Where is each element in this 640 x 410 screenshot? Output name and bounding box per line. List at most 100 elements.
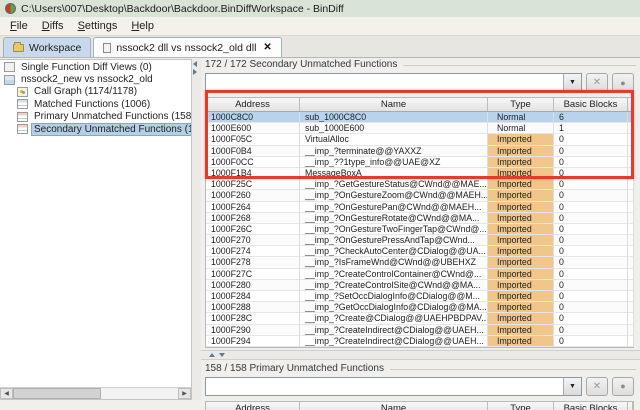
- table-row[interactable]: 1000F270__imp_?OnGesturePressAndTap@CWnd…: [206, 235, 633, 246]
- table-row[interactable]: 1000F0CC__imp_??1type_info@@UAE@XZImport…: [206, 157, 633, 168]
- workspace-folder-icon: [13, 44, 24, 52]
- menu-file[interactable]: File: [3, 18, 35, 34]
- sidebar-item-secondary-unmatched-functions-172-1178[interactable]: Secondary Unmatched Functions (172/1178): [0, 123, 191, 135]
- primary-filter-input[interactable]: [206, 378, 563, 395]
- tree-item-label: Matched Functions (1006): [32, 99, 152, 110]
- table-row[interactable]: 1000F27C__imp_?CreateControlContainer@CW…: [206, 269, 633, 280]
- column-header-name[interactable]: Name: [300, 98, 488, 111]
- table-row[interactable]: 1000F260__imp_?OnGestureZoom@CWnd@@MAEH.…: [206, 190, 633, 201]
- table-row[interactable]: 1000F264__imp_?OnGesturePan@CWnd@@MAEH..…: [206, 202, 633, 213]
- titlebar: C:\Users\007\Desktop\Backdoor\Backdoor.B…: [0, 0, 640, 17]
- table-row[interactable]: 1000F288__imp_?GetOccDialogInfo@CDialog@…: [206, 302, 633, 313]
- primary-filter-combobox[interactable]: ▼: [205, 377, 582, 396]
- cell-extra: [628, 224, 634, 235]
- filter-options-button[interactable]: ●: [612, 377, 634, 396]
- sidebar-item-call-graph-1174-1178[interactable]: Call Graph (1174/1178): [0, 86, 191, 98]
- tree-item-label: Single Function Diff Views (0): [19, 62, 154, 73]
- sidebar-item-primary-unmatched-functions-158-1174[interactable]: Primary Unmatched Functions (158/1174): [0, 111, 191, 123]
- scrollbar-thumb[interactable]: [13, 388, 101, 399]
- table-row[interactable]: 1000F26C__imp_?OnGestureTwoFingerTap@CWn…: [206, 224, 633, 235]
- chevron-down-icon[interactable]: ▼: [563, 74, 581, 91]
- cell-blocks: 0: [554, 168, 628, 179]
- cell-name: __imp_?CreateIndirect@CDialog@@UAEH...: [300, 325, 488, 336]
- workspace-tree-panel: Single Function Diff Views (0)nssock2_ne…: [0, 59, 192, 400]
- cell-extra: [628, 112, 634, 123]
- table-row[interactable]: 1000F28C__imp_?Create@CDialog@@UAEHPBDPA…: [206, 313, 633, 324]
- scroll-left-icon[interactable]: ◀: [0, 388, 13, 399]
- cell-extra: [628, 291, 634, 302]
- column-header-type[interactable]: Type: [488, 98, 554, 111]
- tree-item-label: Call Graph (1174/1178): [32, 86, 139, 97]
- table-row[interactable]: 1000F268__imp_?OnGestureRotate@CWnd@@MA.…: [206, 213, 633, 224]
- splitter-collapse-up-icon[interactable]: [209, 353, 215, 357]
- filter-options-button[interactable]: ●: [612, 73, 634, 92]
- sidebar-item-matched-functions-1006[interactable]: Matched Functions (1006): [0, 98, 191, 110]
- tab-close-icon[interactable]: ✕: [263, 42, 271, 53]
- table-row[interactable]: 1000F1B4MessageBoxAImported0: [206, 168, 633, 179]
- table-row[interactable]: 1000F290__imp_?CreateIndirect@CDialog@@U…: [206, 325, 633, 336]
- title-rule: [390, 369, 636, 370]
- tab-diff-label: nssock2 dll vs nssock2_old dll: [116, 42, 256, 54]
- chevron-down-icon[interactable]: ▼: [563, 378, 581, 395]
- clear-filter-button[interactable]: ✕: [586, 377, 608, 396]
- cell-type: Imported: [488, 325, 554, 336]
- splitter-collapse-right-icon[interactable]: [193, 69, 197, 75]
- cell-extra: [628, 213, 634, 224]
- tab-diff-view[interactable]: nssock2 dll vs nssock2_old dll ✕: [93, 37, 281, 57]
- table-row[interactable]: 1000F284__imp_?SetOccDialogInfo@CDialog@…: [206, 291, 633, 302]
- table-row[interactable]: 1000F280__imp_?CreateControlSite@CWnd@@M…: [206, 280, 633, 291]
- cell-address: 1000F284: [206, 291, 300, 302]
- cell-extra: [628, 235, 634, 246]
- column-header-name[interactable]: Name: [300, 402, 488, 410]
- sidebar-item-nssock2-new-vs-nssock2-old[interactable]: nssock2_new vs nssock2_old: [0, 73, 191, 85]
- cell-extra: [628, 134, 634, 145]
- title-rule: [403, 65, 636, 66]
- cell-address: 1000F1B4: [206, 168, 300, 179]
- vertical-splitter[interactable]: [192, 59, 201, 400]
- sidebar-horizontal-scrollbar[interactable]: ◀ ▶: [0, 387, 191, 399]
- cell-blocks: 0: [554, 291, 628, 302]
- secondary-filter-combobox[interactable]: ▼: [205, 73, 582, 92]
- scroll-right-icon[interactable]: ▶: [178, 388, 191, 399]
- column-header-basic-blocks[interactable]: Basic Blocks: [554, 98, 628, 111]
- table-row[interactable]: 1000F274__imp_?CheckAutoCenter@CDialog@@…: [206, 246, 633, 257]
- cell-extra: [628, 123, 634, 134]
- tab-workspace[interactable]: Workspace: [3, 37, 91, 57]
- cell-blocks: 1: [554, 123, 628, 134]
- cell-type: Imported: [488, 190, 554, 201]
- cell-extra: [628, 246, 634, 257]
- column-header-type[interactable]: Type: [488, 402, 554, 410]
- menu-diffs[interactable]: Diffs: [35, 18, 71, 34]
- table-header-row: AddressNameTypeBasic Blocks: [206, 98, 633, 112]
- clear-filter-button[interactable]: ✕: [586, 73, 608, 92]
- primary-unmatched-table: AddressNameTypeBasic Blocks: [205, 401, 634, 410]
- column-header-basic-blocks[interactable]: Basic Blocks: [554, 402, 628, 410]
- column-header-address[interactable]: Address: [206, 98, 300, 111]
- column-header-address[interactable]: Address: [206, 402, 300, 410]
- splitter-collapse-down-icon[interactable]: [219, 353, 225, 357]
- sidebar-item-single-function-diff-views-0[interactable]: Single Function Diff Views (0): [0, 61, 191, 73]
- cell-type: Imported: [488, 146, 554, 157]
- table-row[interactable]: 1000C8C0sub_1000C8C0Normal6: [206, 112, 633, 123]
- table-row[interactable]: 1000F278__imp_?IsFrameWnd@CWnd@@UBEHXZIm…: [206, 257, 633, 268]
- cell-blocks: 0: [554, 325, 628, 336]
- cell-name: __imp_?OnGestureZoom@CWnd@@MAEH...: [300, 190, 488, 201]
- splitter-collapse-left-icon[interactable]: [193, 61, 197, 67]
- table-row[interactable]: 1000F294__imp_?CreateIndirect@CDialog@@U…: [206, 336, 633, 347]
- secondary-filter-input[interactable]: [206, 74, 563, 91]
- scrollbar-track[interactable]: [101, 388, 178, 399]
- menu-help[interactable]: Help: [124, 18, 161, 34]
- views-icon: [4, 62, 15, 72]
- cell-address: 1000F278: [206, 257, 300, 268]
- horizontal-splitter[interactable]: [201, 350, 640, 360]
- table-row[interactable]: 1000E600sub_1000E600Normal1: [206, 123, 633, 134]
- cell-type: Imported: [488, 224, 554, 235]
- table-row[interactable]: 1000F0B4__imp_?terminate@@YAXXZImported0: [206, 146, 633, 157]
- menu-settings[interactable]: Settings: [71, 18, 125, 34]
- cell-blocks: 0: [554, 257, 628, 268]
- cell-blocks: 0: [554, 280, 628, 291]
- cell-blocks: 0: [554, 269, 628, 280]
- table-row[interactable]: 1000F25C__imp_?GetGestureStatus@CWnd@@MA…: [206, 179, 633, 190]
- cell-address: 1000F270: [206, 235, 300, 246]
- table-row[interactable]: 1000F05CVirtualAllocImported0: [206, 134, 633, 145]
